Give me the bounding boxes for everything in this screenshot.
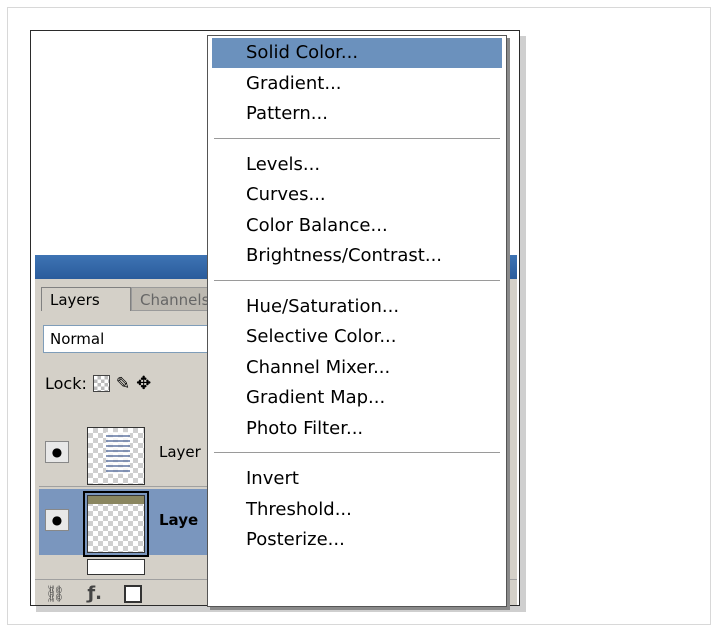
menu-item-levels[interactable]: Levels... [212,150,502,180]
menu-item-posterize[interactable]: Posterize... [212,525,502,555]
layer-thumbnail-partial [87,559,145,575]
tab-layers[interactable]: Layers [41,287,131,311]
lock-row: Lock: ✎ ✥ [45,373,151,394]
menu-item-curves[interactable]: Curves... [212,180,502,210]
menu-item-threshold[interactable]: Threshold... [212,495,502,525]
link-layers-icon[interactable]: ⛓ [45,584,65,603]
menu-item-hue-saturation[interactable]: Hue/Saturation... [212,292,502,322]
menu-item-color-balance[interactable]: Color Balance... [212,211,502,241]
layer-name: Layer [159,443,201,461]
menu-item-gradient-map[interactable]: Gradient Map... [212,383,502,413]
layer-thumbnail [87,427,145,485]
lock-move-icon[interactable]: ✥ [136,373,151,394]
adjustment-layer-menu: Solid Color... Gradient... Pattern... Level… [207,35,507,607]
menu-item-solid-color[interactable]: Solid Color... [212,38,502,68]
layer-thumbnail [83,491,149,557]
menu-separator [214,279,500,284]
layer-name: Laye [159,511,199,529]
visibility-eye-icon[interactable]: ● [45,509,69,531]
menu-item-selective-color[interactable]: Selective Color... [212,322,502,352]
menu-separator [214,137,500,142]
menu-item-invert[interactable]: Invert [212,464,502,494]
layer-style-icon[interactable]: ƒ. [87,583,102,604]
menu-item-pattern[interactable]: Pattern... [212,99,502,129]
menu-item-gradient[interactable]: Gradient... [212,69,502,99]
lock-transparency-icon[interactable] [92,375,110,392]
layer-mask-icon[interactable] [123,584,142,603]
menu-item-channel-mixer[interactable]: Channel Mixer... [212,353,502,383]
lock-paint-brush-icon[interactable]: ✎ [116,374,130,394]
menu-item-photo-filter[interactable]: Photo Filter... [212,414,502,444]
thumbnail-content [106,432,130,474]
lock-label: Lock: [45,374,87,393]
menu-item-brightness-contrast[interactable]: Brightness/Contrast... [212,241,502,271]
visibility-eye-icon[interactable]: ● [45,441,69,463]
menu-separator [214,452,500,456]
